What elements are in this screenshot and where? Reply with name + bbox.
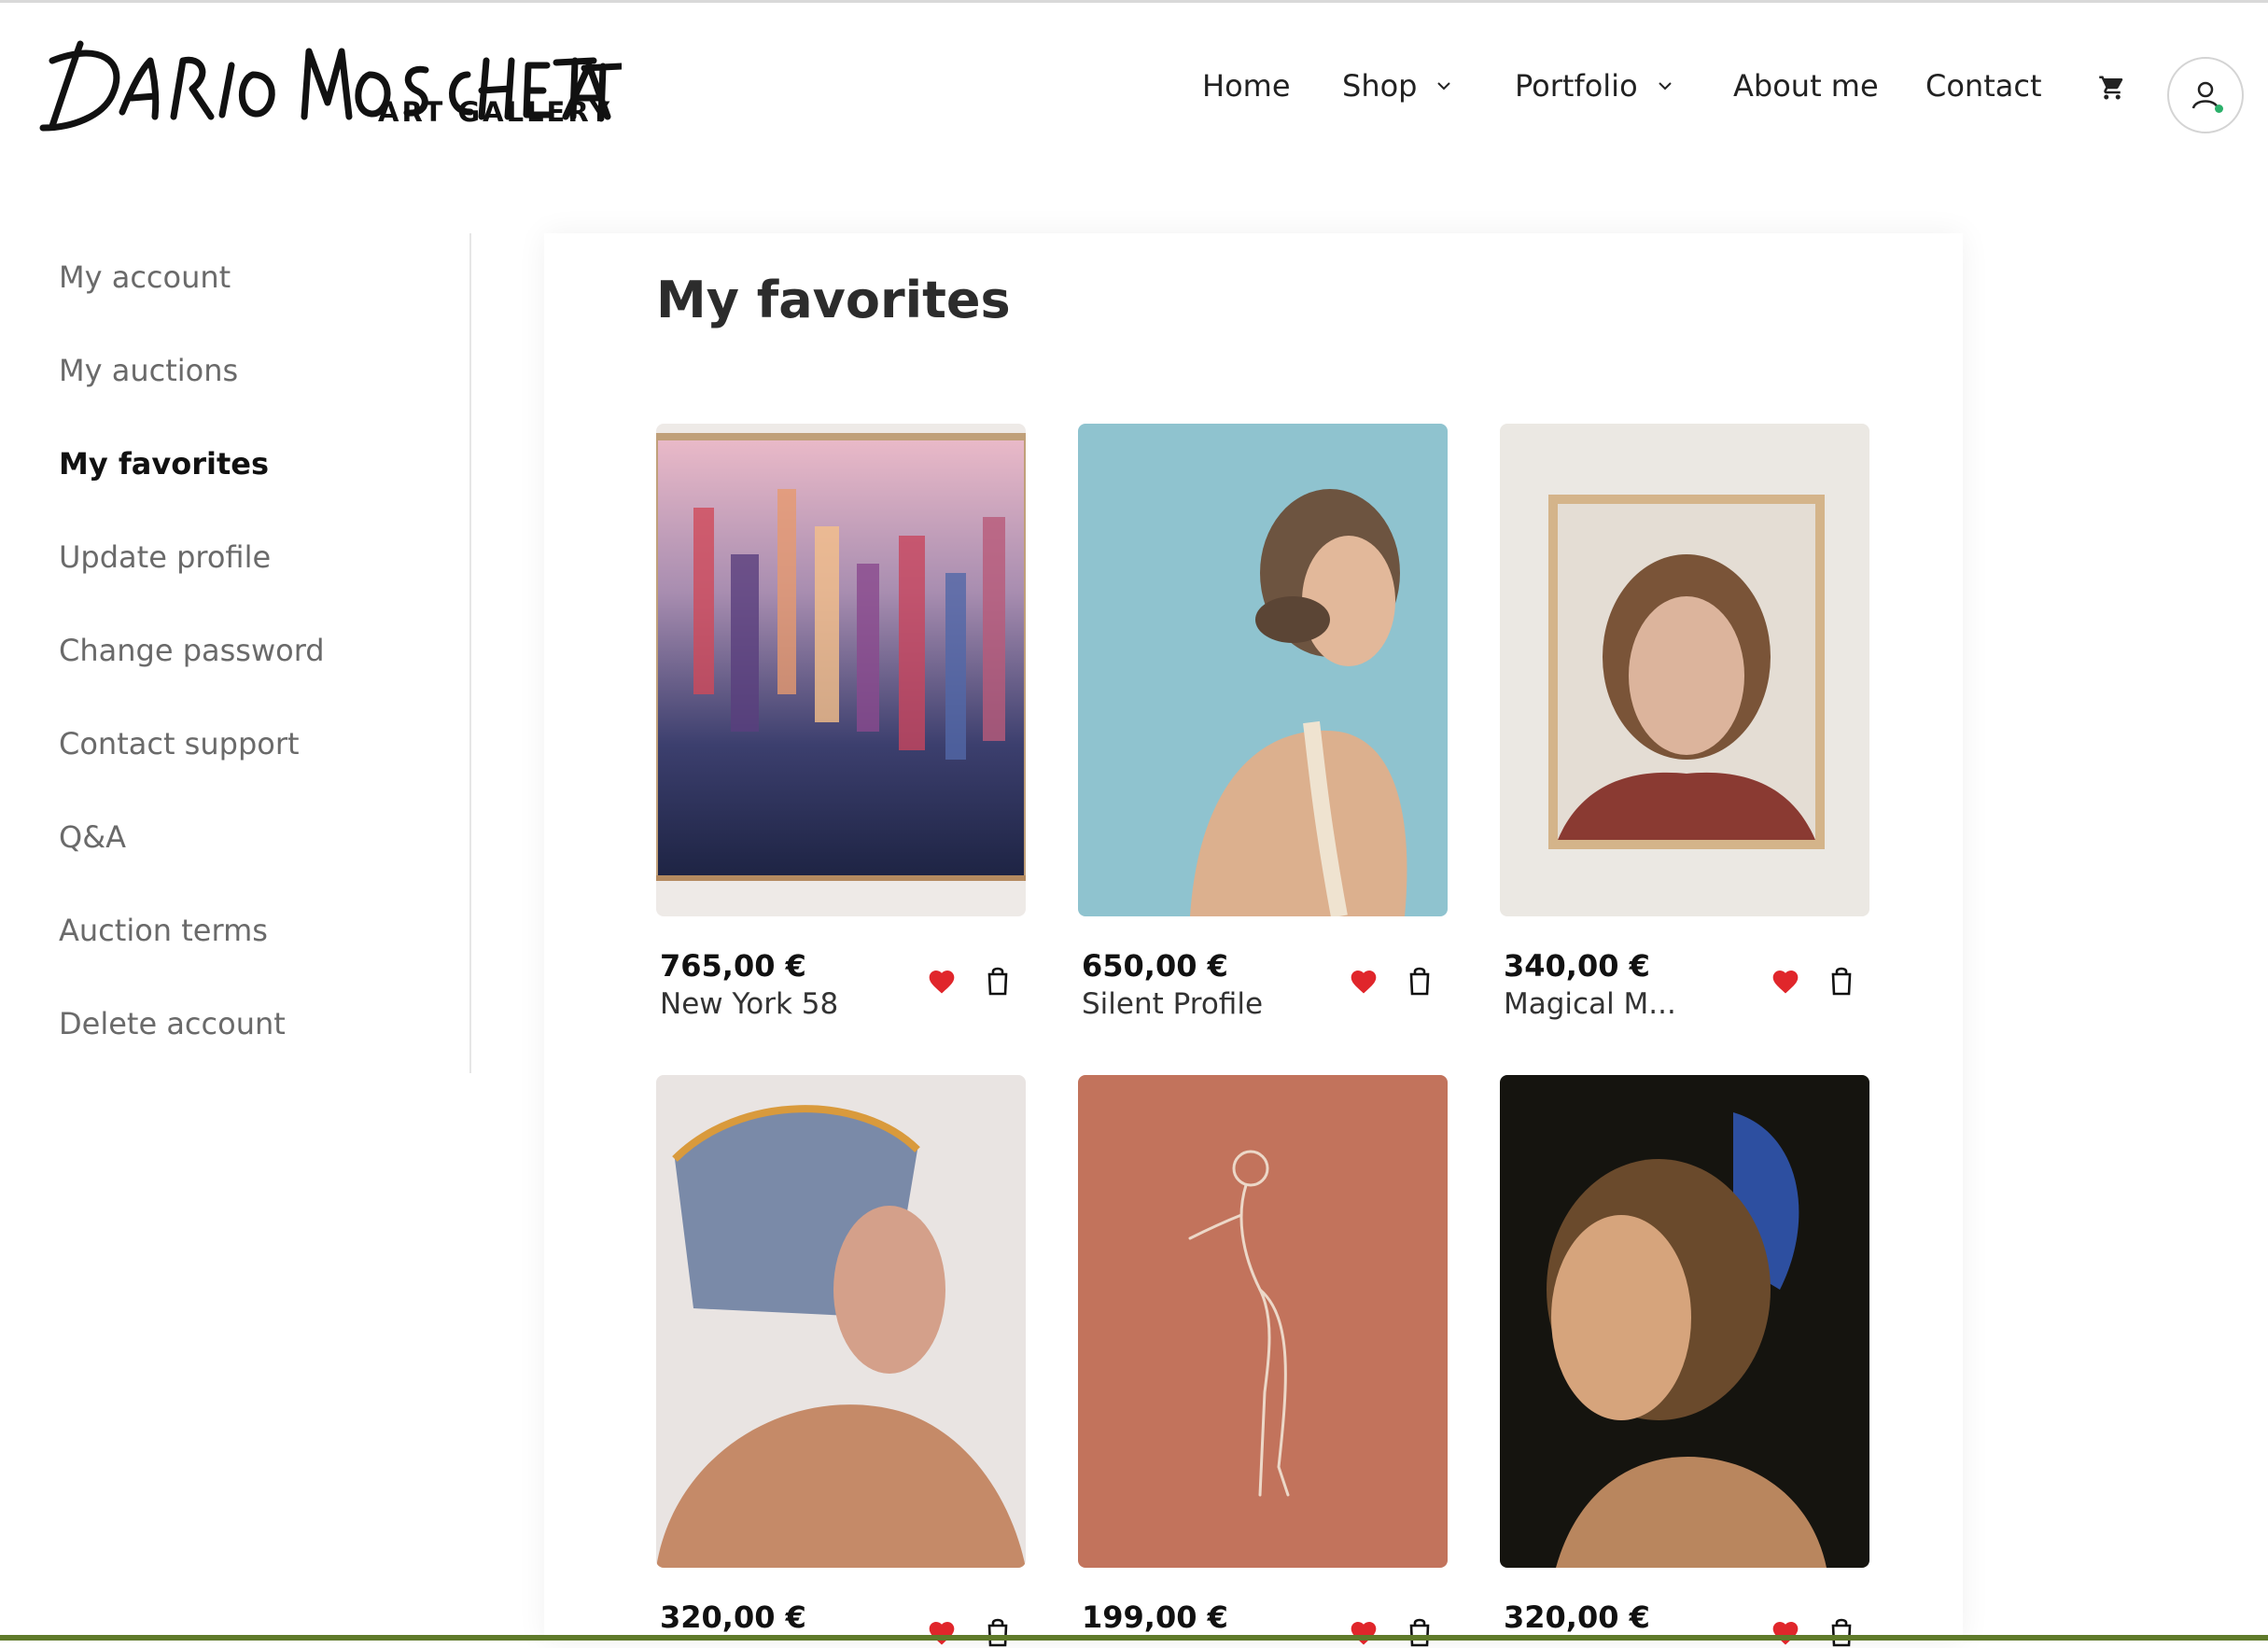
product-card: 199,00 €: [1078, 1075, 1448, 1647]
nav-about-label: About me: [1733, 68, 1879, 104]
product-price: 765,00 €: [660, 948, 806, 984]
product-name[interactable]: New York 58: [660, 987, 838, 1021]
product-card: 650,00 € Silent Profile: [1078, 424, 1448, 1021]
nav-about[interactable]: About me: [1733, 68, 1879, 104]
shopping-bag-icon[interactable]: [1407, 1616, 1433, 1648]
brand-subtitle: ART GALLERY: [378, 96, 613, 128]
sidebar-item-my-auctions[interactable]: My auctions: [59, 353, 238, 388]
sidebar-item-qa[interactable]: Q&A: [59, 819, 126, 855]
product-image[interactable]: [656, 424, 1026, 916]
product-price: 650,00 €: [1082, 948, 1228, 984]
nav-contact[interactable]: Contact: [1925, 68, 2042, 104]
artwork-figure-sketch: [1078, 1075, 1448, 1568]
heart-icon[interactable]: [927, 967, 957, 997]
sidebar-item-my-favorites[interactable]: My favorites: [59, 446, 269, 482]
product-card: 765,00 € New York 58: [656, 424, 1026, 1021]
product-name[interactable]: Silent Profile: [1082, 987, 1263, 1021]
nav-contact-label: Contact: [1925, 68, 2042, 104]
footer-accent-bar: [0, 1635, 2268, 1641]
sidebar-item-update-profile[interactable]: Update profile: [59, 539, 271, 575]
sidebar-item-change-password[interactable]: Change password: [59, 633, 325, 668]
nav-portfolio-label: Portfolio: [1515, 68, 1638, 104]
artwork-framed-portrait: [1500, 424, 1869, 916]
product-image[interactable]: [656, 1075, 1026, 1568]
account-sidebar: My account My auctions My favorites Upda…: [0, 233, 471, 1073]
nav-shop[interactable]: Shop: [1342, 68, 1454, 104]
sidebar-item-my-account[interactable]: My account: [59, 259, 231, 295]
product-price: 320,00 €: [1504, 1599, 1650, 1635]
nav-shop-label: Shop: [1342, 68, 1418, 104]
logo-signature: [39, 40, 625, 132]
shopping-bag-icon[interactable]: [985, 965, 1011, 997]
artwork-dark-portrait: [1500, 1075, 1869, 1568]
product-image[interactable]: [1078, 424, 1448, 916]
sidebar-item-delete-account[interactable]: Delete account: [59, 1006, 286, 1041]
shopping-bag-icon[interactable]: [1828, 1616, 1855, 1648]
shopping-bag-icon[interactable]: [1828, 965, 1855, 997]
artwork-silent-profile: [1078, 424, 1448, 916]
heart-icon[interactable]: [927, 1618, 957, 1648]
favorites-panel: My favorites 765,00 € New York 58 650,00…: [544, 233, 1963, 1647]
sidebar-item-auction-terms[interactable]: Auction terms: [59, 913, 268, 948]
brand-logo[interactable]: [24, 23, 625, 163]
product-price: 320,00 €: [660, 1599, 806, 1635]
account-button[interactable]: [2167, 57, 2244, 133]
heart-icon[interactable]: [1349, 1618, 1379, 1648]
artwork-cityscape: [656, 424, 1026, 916]
product-price: 340,00 €: [1504, 948, 1650, 984]
product-image[interactable]: [1500, 424, 1869, 916]
heart-icon[interactable]: [1349, 967, 1379, 997]
nav-home[interactable]: Home: [1202, 68, 1291, 104]
product-card: 320,00 €: [656, 1075, 1026, 1647]
shopping-bag-icon[interactable]: [985, 1616, 1011, 1648]
nav-portfolio[interactable]: Portfolio: [1515, 68, 1675, 104]
heart-icon[interactable]: [1771, 967, 1800, 997]
product-price: 199,00 €: [1082, 1599, 1228, 1635]
product-image[interactable]: [1078, 1075, 1448, 1568]
sidebar-item-contact-support[interactable]: Contact support: [59, 726, 300, 761]
chevron-down-icon: [1437, 82, 1451, 91]
chevron-down-icon: [1658, 82, 1672, 91]
heart-icon[interactable]: [1771, 1618, 1800, 1648]
page-title: My favorites: [656, 271, 1011, 329]
product-card: 320,00 €: [1500, 1075, 1869, 1647]
product-name[interactable]: Magical M...: [1504, 987, 1676, 1021]
product-image[interactable]: [1500, 1075, 1869, 1568]
online-status-dot: [2215, 105, 2223, 113]
nav-home-label: Home: [1202, 68, 1291, 104]
site-header: ART GALLERY Home Shop Portfolio About me…: [0, 3, 2268, 189]
cart-icon[interactable]: [2098, 74, 2126, 102]
main-nav: Home Shop Portfolio About me Contact: [1148, 57, 2268, 141]
artwork-blue-hair-portrait: [656, 1075, 1026, 1568]
shopping-bag-icon[interactable]: [1407, 965, 1433, 997]
product-card: 340,00 € Magical M...: [1500, 424, 1869, 1021]
